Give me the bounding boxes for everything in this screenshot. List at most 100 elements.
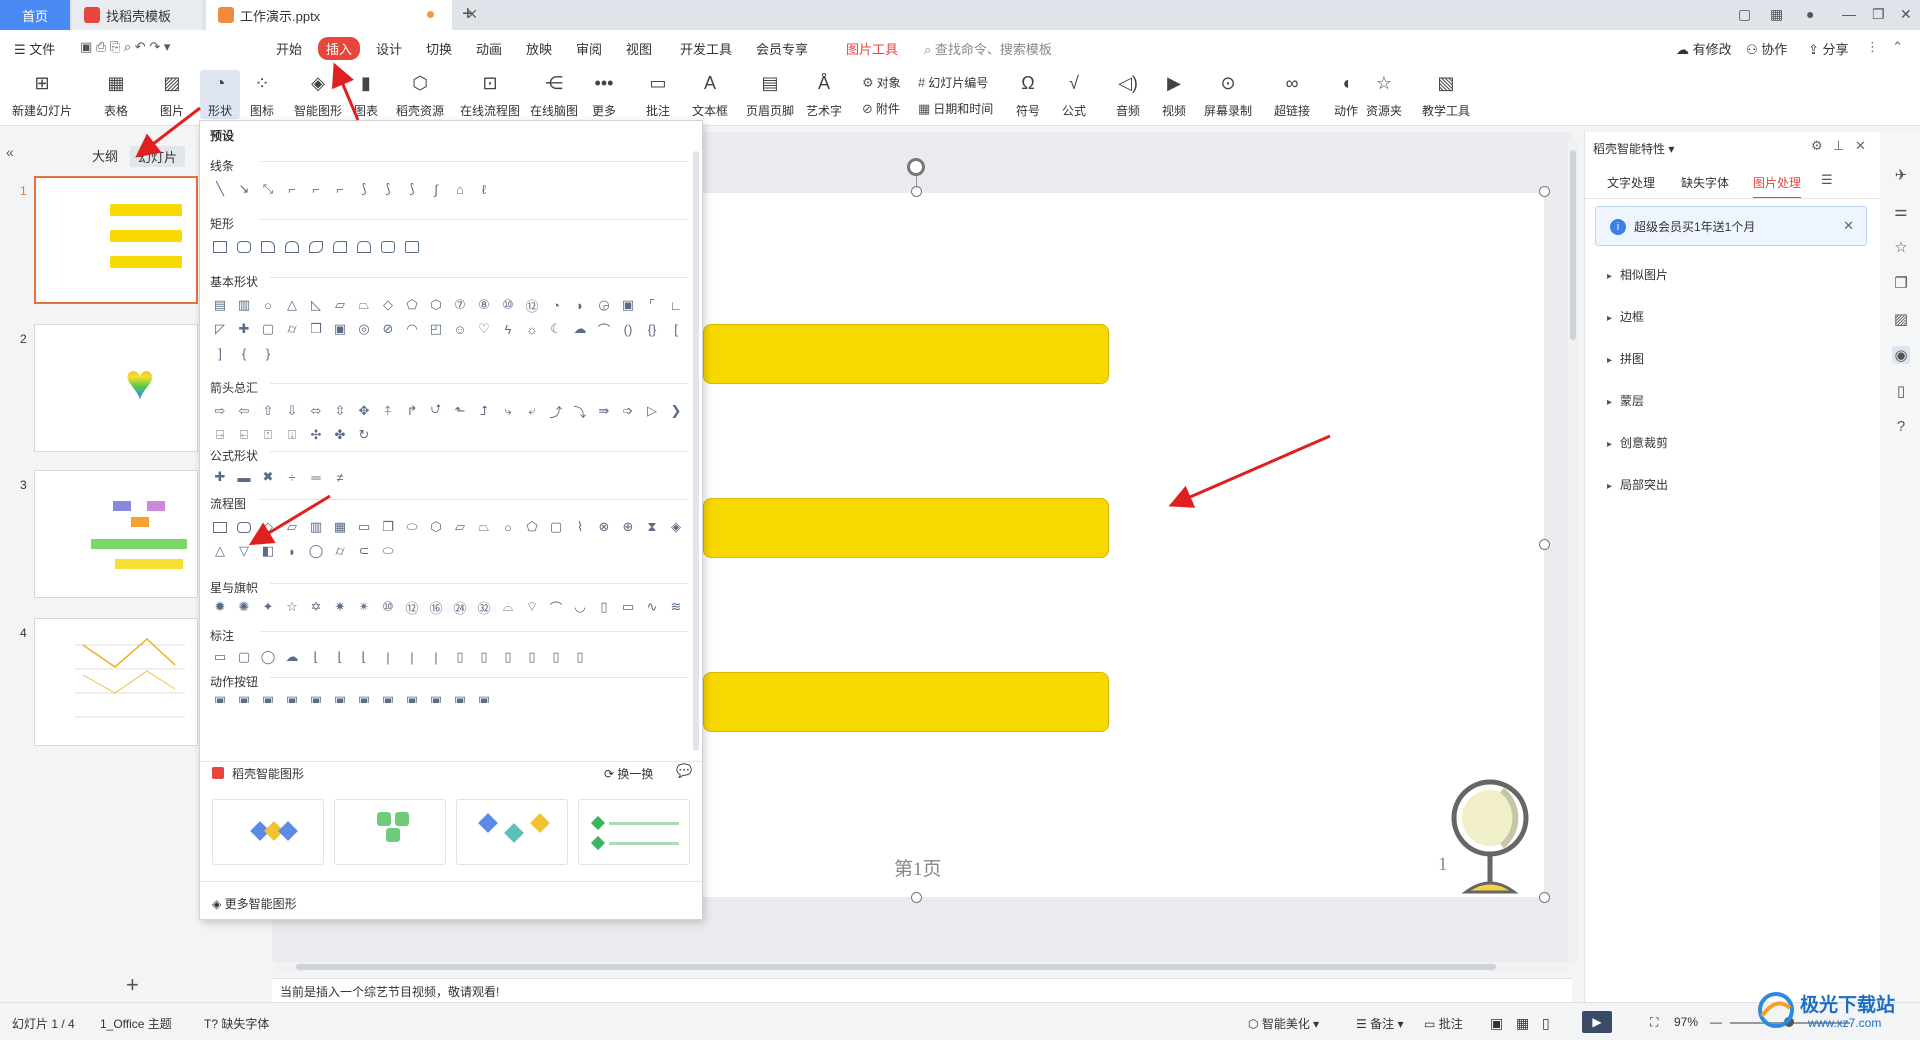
diamond-shape[interactable]: ◇ (378, 295, 398, 315)
curved-left-arrow-shape[interactable]: ⤶ (522, 401, 542, 421)
notes-button[interactable]: ☰ 备注 ▾ (1356, 1015, 1403, 1032)
tab-outline[interactable]: 大纲 (92, 146, 118, 165)
book-icon[interactable]: ▯ (1892, 382, 1910, 400)
rounded-rect-shape[interactable] (234, 237, 254, 257)
striped-arrow-shape[interactable]: ⇛ (594, 401, 614, 421)
action-end-shape[interactable]: ▣ (282, 691, 302, 703)
cloud-callout-shape[interactable]: ☁ (282, 647, 302, 667)
pentagon-arrow-shape[interactable]: ▷ (642, 401, 662, 421)
flow-internal-storage-shape[interactable]: ▦ (330, 517, 350, 537)
star5-shape[interactable]: ☆ (282, 597, 302, 617)
can-shape[interactable]: ⌭ (282, 319, 302, 339)
search-box[interactable]: ⌕ 查找命令、搜索模板 (924, 39, 1052, 58)
hyperlink-button[interactable]: ∞ 超链接 (1274, 70, 1310, 119)
header-footer-button[interactable]: ▤ 页眉页脚 (746, 70, 794, 119)
flow-document-shape[interactable]: ▭ (354, 517, 374, 537)
add-slide-icon[interactable]: + (126, 972, 139, 998)
shape-button[interactable]: ◔ 形状 (200, 70, 240, 119)
menu-dev[interactable]: 开发工具 (680, 39, 732, 58)
line-callout1-shape[interactable]: ⌊ (306, 647, 326, 667)
zoom-level[interactable]: 97% (1674, 1015, 1698, 1029)
sun-shape[interactable]: ☼ (522, 319, 542, 339)
cross-shape[interactable]: ✚ (234, 319, 254, 339)
new-tab-icon[interactable]: + (462, 3, 474, 26)
feedback-icon[interactable]: 💬 (676, 763, 692, 779)
slide-number-button[interactable]: # 幻灯片编号 (918, 74, 988, 91)
flow-sort-shape[interactable]: ◈ (666, 517, 686, 537)
accent-callout1-shape[interactable]: | (378, 647, 398, 667)
more-menu-icon[interactable]: ⋮ (1866, 39, 1879, 55)
horizontal-scroll-shape[interactable]: ▭ (618, 597, 638, 617)
right-brace-shape[interactable]: } (258, 343, 278, 363)
chord-shape[interactable]: ◗ (570, 295, 590, 315)
lr-callout-arrow-shape[interactable]: ✣ (306, 425, 326, 445)
elbow-double-shape[interactable]: ⌐ (330, 179, 350, 199)
beautify-button[interactable]: ⬡ 智能美化 ▾ (1248, 1015, 1319, 1032)
action-movie-shape[interactable]: ▣ (378, 691, 398, 703)
more-smart-graphics-button[interactable]: ◈ 更多智能图形 (212, 895, 297, 912)
action-blank-shape[interactable]: ▣ (474, 691, 494, 703)
up-down-arrow-shape[interactable]: ⇳ (330, 401, 350, 421)
table-button[interactable]: ▦ 表格 (102, 70, 130, 119)
plaque2-shape[interactable]: ▢ (258, 319, 278, 339)
play-slideshow-icon[interactable]: ▶ (1582, 1011, 1612, 1033)
line-callout2-shape[interactable]: ⌊ (330, 647, 350, 667)
tab-slides[interactable]: 幻灯片 (130, 146, 186, 167)
copy-icon[interactable]: ❐ (1892, 274, 1910, 292)
border-callout1-shape[interactable]: ▯ (450, 647, 470, 667)
online-flow-button[interactable]: ⊡ 在线流程图 (460, 70, 520, 119)
normal-view-icon[interactable]: ▣ (1490, 1015, 1503, 1032)
symbol-button[interactable]: Ω 符号 (1014, 70, 1042, 119)
image-edit-icon[interactable]: ▨ (1892, 310, 1910, 328)
left-callout-arrow-shape[interactable]: ⍇ (234, 425, 254, 445)
tab-image-processing[interactable]: 图片处理 (1753, 174, 1802, 199)
left-bracket-shape[interactable]: [ (666, 319, 686, 339)
yellow-bar-1[interactable] (703, 324, 1109, 384)
resize-handle[interactable] (1539, 892, 1550, 903)
panel-title[interactable]: 稻壳智能特性 ▾ (1593, 140, 1674, 157)
explosion2-shape[interactable]: ✺ (234, 597, 254, 617)
action-back-shape[interactable]: ▣ (210, 691, 230, 703)
menu-switch[interactable]: 切换 (426, 39, 452, 58)
u-turn-arrow-shape[interactable]: ⮍ (426, 401, 446, 421)
left-brace-shape[interactable]: { (234, 343, 254, 363)
flow-alt-process-shape[interactable] (234, 517, 254, 537)
bevel-shape[interactable]: ▣ (330, 319, 350, 339)
rect-callout-shape[interactable]: ▭ (210, 647, 230, 667)
ribbon-up-shape[interactable]: ⌓ (498, 597, 518, 617)
star12-shape[interactable]: ⑫ (402, 597, 422, 617)
slide-thumb-2[interactable]: ♥ (34, 324, 198, 452)
menu-file[interactable]: ☰ 文件 (14, 39, 55, 58)
hexagon-shape[interactable]: ⬡ (426, 295, 446, 315)
elbow-connector-shape[interactable]: ⌐ (282, 179, 302, 199)
flow-multidoc-shape[interactable]: ❐ (378, 517, 398, 537)
smiley-shape[interactable]: ☺ (450, 319, 470, 339)
pie-shape[interactable]: ◔ (546, 295, 566, 315)
left-up-arrow-shape[interactable]: ⬑ (450, 401, 470, 421)
flow-terminator-shape[interactable]: ⬭ (402, 517, 422, 537)
date-time-button[interactable]: ▦ 日期和时间 (918, 100, 993, 117)
resource-button[interactable]: ☆ 资源夹 (1366, 70, 1402, 119)
curved-arrow-shape[interactable]: ⟆ (378, 179, 398, 199)
chevron-shape[interactable]: ❯ (666, 401, 686, 421)
slide-thumb-1[interactable] (34, 176, 198, 304)
wave-shape[interactable]: ∿ (642, 597, 662, 617)
heptagon-shape[interactable]: ⑦ (450, 295, 470, 315)
circular-arrow-shape[interactable]: ↻ (354, 425, 374, 445)
star7-shape[interactable]: ✷ (330, 597, 350, 617)
settings-icon[interactable]: ⚙ (1811, 138, 1823, 154)
down-callout-arrow-shape[interactable]: ⍗ (282, 425, 302, 445)
menu-review[interactable]: 审阅 (576, 39, 602, 58)
arc-shape[interactable]: ⌒ (594, 319, 614, 339)
no-symbol-shape[interactable]: ⊘ (378, 319, 398, 339)
tab-missing-font[interactable]: 缺失字体 (1681, 174, 1729, 191)
item-local-highlight[interactable]: 局部突出 (1607, 476, 1668, 493)
l-shape[interactable]: ∟ (666, 295, 686, 315)
star16-shape[interactable]: ⑯ (426, 597, 446, 617)
line-shape[interactable]: ╲ (210, 179, 230, 199)
video-button[interactable]: ▶ 视频 (1160, 70, 1188, 119)
pentagon-shape[interactable]: ⬠ (402, 295, 422, 315)
share-button[interactable]: ⇪ 分享 (1808, 39, 1849, 58)
multiply-shape[interactable]: ✖ (258, 467, 278, 487)
explosion1-shape[interactable]: ✹ (210, 597, 230, 617)
